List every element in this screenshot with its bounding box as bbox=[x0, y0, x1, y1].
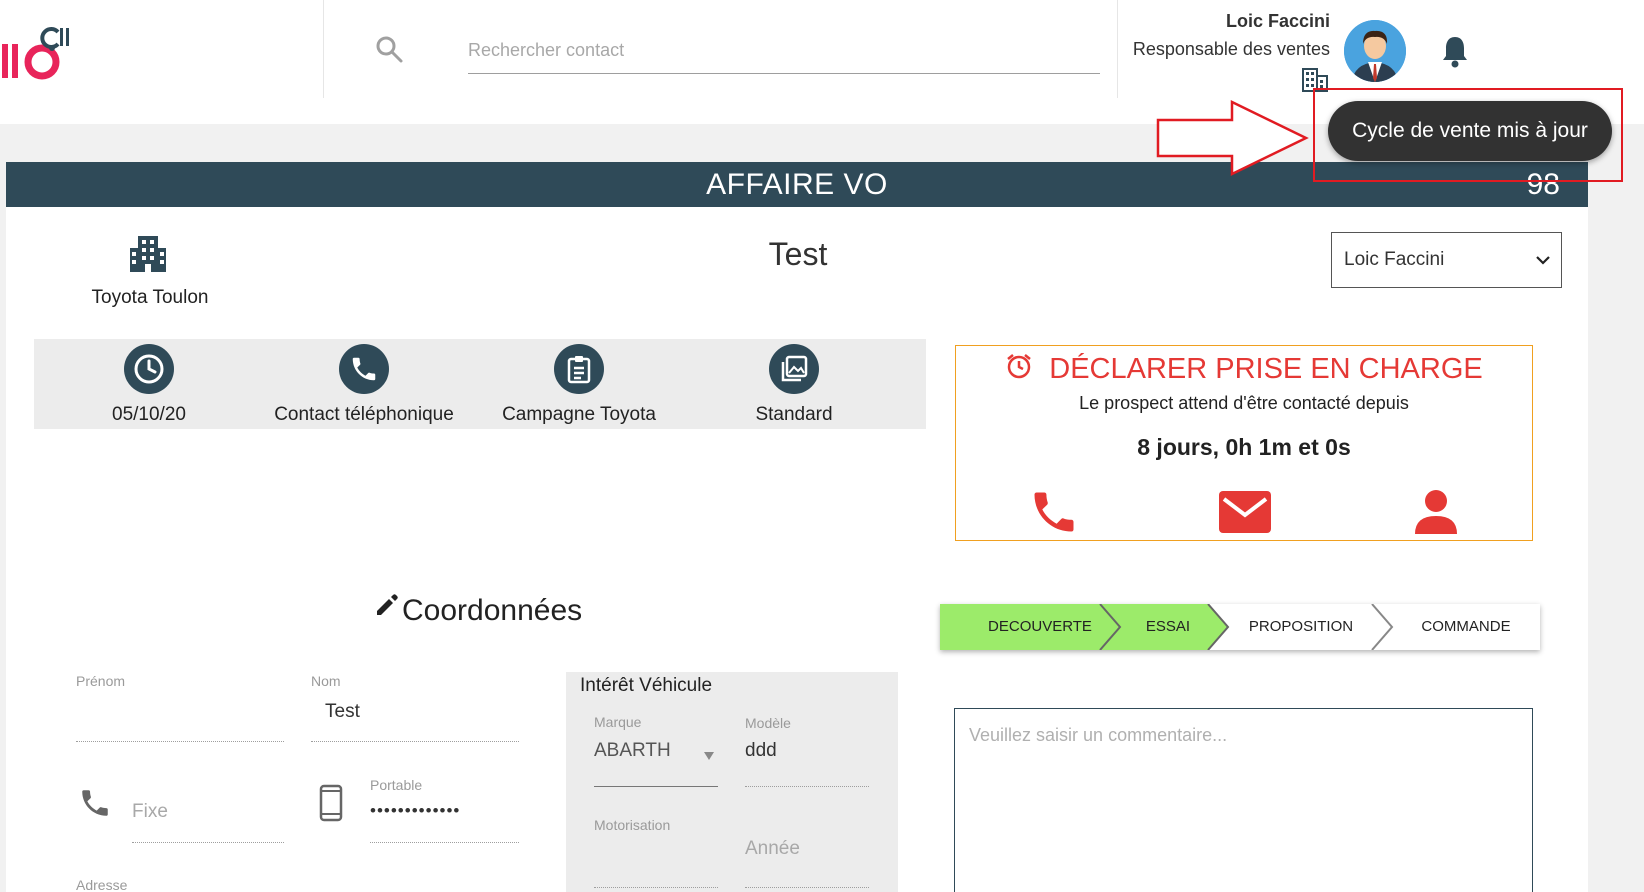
header-divider bbox=[1117, 0, 1118, 98]
landline-placeholder: Fixe bbox=[132, 801, 168, 822]
alert-subtitle: Le prospect attend d'être contacté depui… bbox=[1079, 393, 1409, 413]
clock-icon bbox=[124, 344, 174, 394]
user-avatar[interactable] bbox=[1344, 20, 1406, 82]
chevron-down-icon bbox=[1536, 256, 1550, 265]
owner-select[interactable]: Loic Faccini bbox=[1331, 232, 1562, 288]
info-date-label: 05/10/20 bbox=[112, 404, 186, 425]
mobile-phone-icon bbox=[319, 784, 343, 822]
mobile-value[interactable]: ••••••••••••• bbox=[370, 801, 519, 821]
model-field[interactable]: Modèle ddd bbox=[745, 715, 869, 787]
alert-title[interactable]: DÉCLARER PRISE EN CHARGE bbox=[956, 352, 1532, 386]
dropdown-arrow-icon bbox=[704, 752, 714, 760]
field-underline bbox=[311, 741, 519, 742]
page-gutter bbox=[1588, 124, 1644, 892]
phone-icon bbox=[339, 344, 389, 394]
year-field[interactable]: Année bbox=[745, 838, 869, 889]
alert-title-text: DÉCLARER PRISE EN CHARGE bbox=[1049, 353, 1483, 385]
landline-field[interactable]: Fixe bbox=[132, 790, 284, 844]
building-icon[interactable] bbox=[1302, 68, 1328, 92]
mobile-field[interactable]: Portable ••••••••••••• bbox=[370, 777, 519, 844]
pencil-icon[interactable] bbox=[374, 592, 400, 618]
deal-type-title: AFFAIRE VO bbox=[706, 168, 888, 201]
lastname-label: Nom bbox=[311, 673, 341, 689]
engine-label: Motorisation bbox=[594, 817, 671, 833]
clipboard-icon bbox=[554, 344, 604, 394]
call-prospect-button[interactable] bbox=[1026, 484, 1082, 540]
model-label: Modèle bbox=[745, 715, 791, 731]
search-contact-input[interactable] bbox=[468, 28, 1100, 74]
notification-bell-icon[interactable] bbox=[1440, 34, 1470, 68]
stage-proposition[interactable]: PROPOSITION bbox=[1230, 604, 1372, 650]
info-source: Standard bbox=[679, 344, 909, 426]
alarm-clock-icon bbox=[1007, 354, 1032, 379]
lastname-value[interactable]: Test bbox=[311, 701, 519, 723]
email-icon bbox=[1219, 491, 1271, 533]
field-underline bbox=[594, 887, 718, 888]
year-placeholder: Année bbox=[745, 838, 800, 859]
search-icon[interactable] bbox=[374, 34, 404, 64]
deal-count: 98 bbox=[1526, 168, 1560, 201]
user-name: Loic Faccini bbox=[1225, 11, 1330, 31]
header-divider bbox=[323, 0, 324, 98]
info-channel: Contact téléphonique bbox=[249, 344, 479, 426]
dealership-building-icon bbox=[130, 236, 166, 272]
stage-decouverte[interactable]: DECOUVERTE bbox=[960, 604, 1120, 650]
prospect-profile-button[interactable] bbox=[1408, 484, 1464, 540]
dealership-name: Toyota Toulon bbox=[91, 287, 209, 308]
lastname-field[interactable]: Nom Test bbox=[311, 673, 519, 743]
sales-cycle-pipeline: DECOUVERTE ESSAI PROPOSITION COMMANDE bbox=[940, 604, 1540, 650]
field-underline bbox=[132, 842, 284, 843]
take-charge-alert: DÉCLARER PRISE EN CHARGE Le prospect att… bbox=[955, 345, 1533, 541]
info-campaign: Campagne Toyota bbox=[464, 344, 694, 426]
brand-label: Marque bbox=[594, 714, 642, 730]
address-label: Adresse bbox=[76, 877, 128, 892]
deal-info-strip: 05/10/20 Contact téléphonique Campagne T… bbox=[34, 339, 926, 429]
engine-field[interactable]: Motorisation bbox=[594, 817, 718, 888]
deal-title-bar: AFFAIRE VO 98 bbox=[6, 162, 1588, 207]
model-value[interactable]: ddd bbox=[745, 740, 869, 762]
email-prospect-button[interactable] bbox=[1217, 484, 1273, 540]
annotation-arrow-icon bbox=[1156, 100, 1309, 176]
field-underline bbox=[370, 842, 519, 843]
vehicle-interest-title: Intérêt Véhicule bbox=[580, 675, 713, 696]
mobile-label: Portable bbox=[370, 777, 423, 793]
person-icon bbox=[1415, 490, 1457, 534]
field-underline bbox=[745, 786, 869, 787]
app-logo[interactable] bbox=[0, 14, 70, 84]
user-role: Responsable des ventes bbox=[1132, 39, 1330, 59]
owner-select-value: Loic Faccini bbox=[1344, 249, 1445, 270]
deal-name: Test bbox=[768, 236, 828, 272]
info-source-label: Standard bbox=[755, 404, 833, 425]
field-underline bbox=[594, 786, 718, 787]
field-underline bbox=[76, 741, 284, 742]
info-campaign-label: Campagne Toyota bbox=[502, 404, 656, 425]
toast-notification: Cycle de vente mis à jour bbox=[1328, 101, 1612, 161]
comment-textarea[interactable] bbox=[954, 708, 1533, 892]
field-underline bbox=[745, 887, 869, 888]
stage-commande[interactable]: COMMANDE bbox=[1392, 604, 1540, 650]
info-channel-label: Contact téléphonique bbox=[274, 404, 454, 425]
firstname-label: Prénom bbox=[76, 673, 126, 689]
alert-delay: 8 jours, 0h 1m et 0s bbox=[1137, 434, 1351, 460]
photo-library-icon bbox=[769, 344, 819, 394]
brand-value: ABARTH bbox=[594, 740, 671, 761]
landline-phone-icon bbox=[82, 790, 108, 816]
address-field[interactable]: Adresse bbox=[76, 877, 284, 892]
contact-section-title: Coordonnées bbox=[374, 592, 582, 628]
info-date: 05/10/20 bbox=[34, 344, 264, 426]
stage-essai[interactable]: ESSAI bbox=[1118, 604, 1218, 650]
brand-select[interactable]: Marque ABARTH bbox=[594, 714, 718, 787]
phone-icon bbox=[1034, 492, 1074, 532]
firstname-field[interactable]: Prénom bbox=[76, 673, 284, 743]
contact-section-title-text: Coordonnées bbox=[402, 594, 583, 627]
